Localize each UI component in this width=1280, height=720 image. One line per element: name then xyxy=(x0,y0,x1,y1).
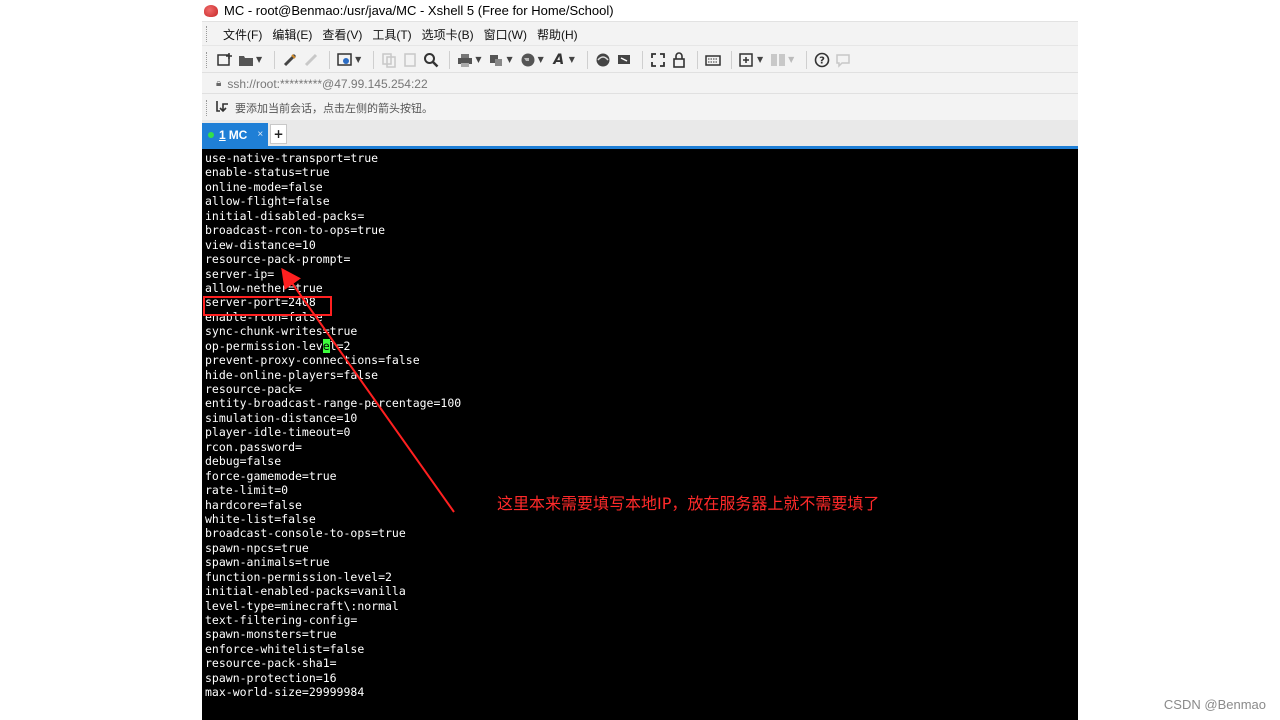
watermark: CSDN @Benmao⁠ xyxy=(1163,697,1266,712)
annotation-text: 这里本来需要填写本地IP，放在服务器上就不需要填了 xyxy=(497,494,880,513)
annotation-arrow xyxy=(281,267,455,513)
